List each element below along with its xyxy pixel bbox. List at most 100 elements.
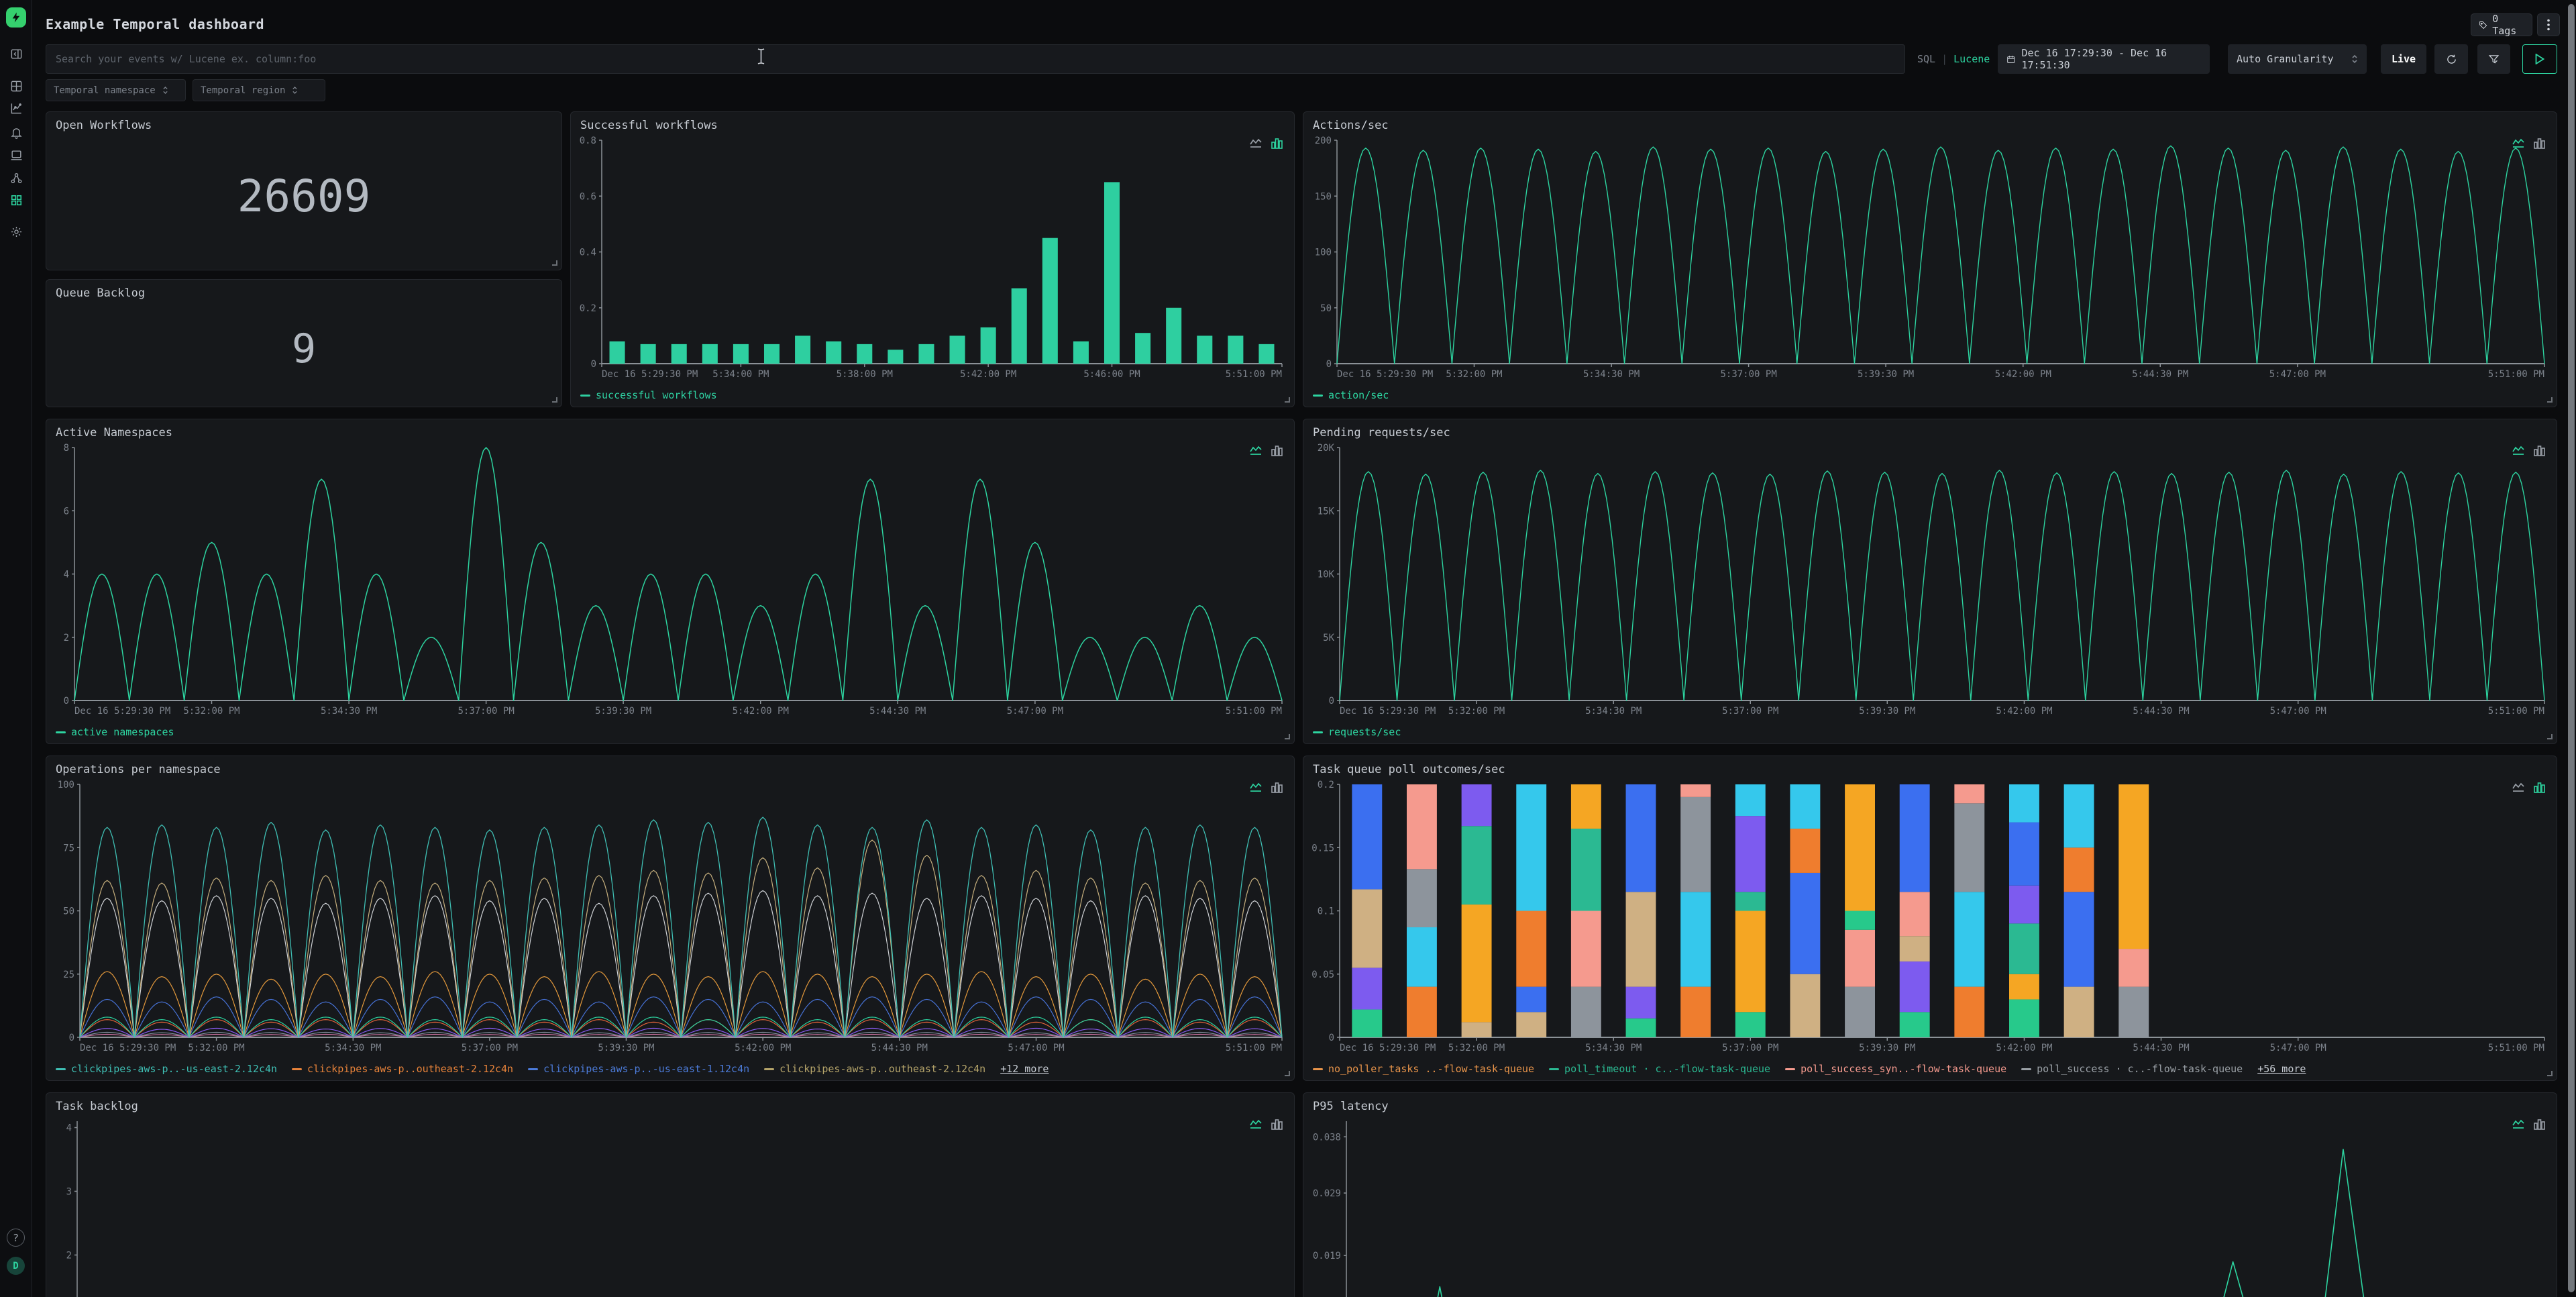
- bar-view-toggle-icon[interactable]: [2534, 138, 2546, 149]
- resize-handle[interactable]: [552, 397, 557, 403]
- tags-button[interactable]: 0 Tags: [2471, 13, 2532, 36]
- line-view-toggle-icon[interactable]: [1250, 445, 1263, 456]
- apps-grid-icon[interactable]: [0, 190, 32, 210]
- svg-text:0.029: 0.029: [1313, 1188, 1341, 1199]
- pending-requests-chart[interactable]: 05K10K15K20KDec 16 5:29:30 PM5:32:00 PM5…: [1309, 442, 2551, 717]
- lang-lucene[interactable]: Lucene: [1953, 53, 1990, 65]
- legend-item[interactable]: clickpipes-aws-p..-us-east-1.12c4n: [528, 1063, 749, 1075]
- resize-handle[interactable]: [2547, 734, 2553, 739]
- app-logo[interactable]: [6, 7, 26, 28]
- legend-item[interactable]: clickpipes-aws-p..outheast-2.12c4n: [764, 1063, 985, 1075]
- lang-sql[interactable]: SQL: [1917, 53, 1935, 65]
- svg-text:3: 3: [66, 1186, 72, 1197]
- legend-item[interactable]: clickpipes-aws-p..outheast-2.12c4n: [292, 1063, 513, 1075]
- legend-item[interactable]: action/sec: [1313, 389, 1389, 401]
- legend-item[interactable]: successful workflows: [580, 389, 717, 401]
- filter-temporal-region[interactable]: Temporal region: [193, 79, 325, 101]
- legend-item[interactable]: clickpipes-aws-p..-us-east-2.12c4n: [56, 1063, 277, 1075]
- refresh-button[interactable]: [2434, 44, 2468, 74]
- svg-text:50: 50: [63, 906, 74, 917]
- resize-handle[interactable]: [2547, 1071, 2553, 1076]
- svg-text:75: 75: [63, 843, 74, 853]
- panel-title: Pending requests/sec: [1313, 426, 1450, 439]
- legend-more-link[interactable]: +56 more: [2257, 1063, 2306, 1075]
- filter-button[interactable]: [2477, 44, 2510, 74]
- svg-text:Dec 16 5:29:30 PM: Dec 16 5:29:30 PM: [74, 706, 170, 717]
- svg-text:0.8: 0.8: [580, 136, 596, 146]
- bar-view-toggle-icon[interactable]: [1271, 138, 1283, 149]
- live-label: Live: [2392, 53, 2416, 65]
- svg-text:5:47:00 PM: 5:47:00 PM: [1008, 1043, 1064, 1053]
- svg-text:5:47:00 PM: 5:47:00 PM: [1007, 706, 1063, 717]
- legend-item[interactable]: poll_success · c..-flow-task-queue: [2021, 1063, 2243, 1075]
- active-namespaces-chart[interactable]: 02468Dec 16 5:29:30 PM5:32:00 PM5:34:30 …: [52, 442, 1289, 717]
- resize-handle[interactable]: [2547, 397, 2553, 403]
- user-avatar[interactable]: D: [7, 1257, 25, 1275]
- queue-backlog-value: 9: [46, 303, 561, 395]
- successful-workflows-chart[interactable]: 00.20.40.60.8Dec 16 5:29:30 PM5:34:00 PM…: [576, 135, 1289, 380]
- chart-legend: no_poller_tasks ..-flow-task-queue poll_t…: [1313, 1063, 2306, 1075]
- bar-view-toggle-icon[interactable]: [2534, 1119, 2546, 1130]
- bar-view-toggle-icon[interactable]: [2534, 445, 2546, 456]
- p95-latency-chart[interactable]: 0.0380.0290.019: [1309, 1116, 2551, 1297]
- line-view-toggle-icon[interactable]: [2512, 782, 2526, 793]
- page-title: Example Temporal dashboard: [46, 16, 264, 32]
- panel-task-queue-poll: Task queue poll outcomes/sec 00.050.10.1…: [1303, 756, 2557, 1081]
- legend-item[interactable]: no_poller_tasks ..-flow-task-queue: [1313, 1063, 1534, 1075]
- svg-text:5:34:30 PM: 5:34:30 PM: [325, 1043, 381, 1053]
- open-workflows-value: 26609: [46, 135, 561, 258]
- line-view-toggle-icon[interactable]: [2512, 138, 2526, 149]
- panel-successful-workflows: Successful workflows 00.20.40.60.8Dec 16…: [570, 111, 1295, 407]
- legend-more-link[interactable]: +12 more: [1000, 1063, 1049, 1075]
- legend-item[interactable]: poll_timeout · c..-flow-task-queue: [1549, 1063, 1770, 1075]
- dashboards-icon[interactable]: [0, 76, 32, 96]
- search-input[interactable]: [56, 53, 1895, 65]
- run-query-button[interactable]: [2522, 44, 2557, 74]
- panel-title: Queue Backlog: [56, 287, 145, 300]
- alerts-bell-icon[interactable]: [0, 122, 32, 142]
- line-view-toggle-icon[interactable]: [1250, 138, 1263, 149]
- line-view-toggle-icon[interactable]: [1250, 1119, 1263, 1130]
- filter-temporal-namespace[interactable]: Temporal namespace: [46, 79, 186, 101]
- svg-text:5:34:30 PM: 5:34:30 PM: [1585, 706, 1642, 717]
- resize-handle[interactable]: [552, 260, 557, 266]
- resize-handle[interactable]: [1285, 734, 1290, 739]
- sidebar-collapse-icon[interactable]: [0, 44, 32, 64]
- time-range-picker[interactable]: Dec 16 17:29:30 - Dec 16 17:51:30: [1998, 44, 2210, 74]
- metrics-icon[interactable]: [0, 98, 32, 118]
- legend-item[interactable]: active namespaces: [56, 726, 174, 738]
- bar-view-toggle-icon[interactable]: [1271, 782, 1283, 793]
- legend-item[interactable]: poll_success_syn..-flow-task-queue: [1785, 1063, 2006, 1075]
- panel-title: Open Workflows: [56, 119, 152, 132]
- resize-handle[interactable]: [1285, 1071, 1290, 1076]
- terminal-icon[interactable]: [0, 145, 32, 165]
- topology-icon[interactable]: [0, 168, 32, 188]
- operations-namespace-chart[interactable]: 0255075100Dec 16 5:29:30 PM5:32:00 PM5:3…: [52, 779, 1289, 1053]
- svg-text:5:47:00 PM: 5:47:00 PM: [2270, 706, 2326, 717]
- query-language-toggle[interactable]: SQL | Lucene: [1917, 44, 1990, 74]
- svg-text:Dec 16 5:29:30 PM: Dec 16 5:29:30 PM: [1340, 1043, 1436, 1053]
- svg-text:50: 50: [1320, 303, 1332, 314]
- bar-view-toggle-icon[interactable]: [1271, 1119, 1283, 1130]
- line-view-toggle-icon[interactable]: [2512, 445, 2526, 456]
- actions-sec-chart[interactable]: 050100150200Dec 16 5:29:30 PM5:32:00 PM5…: [1309, 135, 2551, 380]
- svg-text:5:51:00 PM: 5:51:00 PM: [1226, 706, 1282, 717]
- filter-region-label: Temporal region: [201, 85, 285, 96]
- task-queue-poll-chart[interactable]: 00.050.10.150.2Dec 16 5:29:30 PM5:32:00 …: [1309, 779, 2551, 1053]
- page-scrollbar-thumb[interactable]: [2568, 4, 2575, 1292]
- line-view-toggle-icon[interactable]: [1250, 782, 1263, 793]
- resize-handle[interactable]: [1285, 397, 1290, 403]
- svg-text:5:37:00 PM: 5:37:00 PM: [1722, 1043, 1778, 1053]
- legend-item[interactable]: requests/sec: [1313, 726, 1401, 738]
- search-bar[interactable]: [46, 44, 1905, 74]
- bar-view-toggle-icon[interactable]: [1271, 445, 1283, 456]
- granularity-select[interactable]: Auto Granularity: [2228, 44, 2367, 74]
- chart-legend: requests/sec: [1313, 726, 1401, 738]
- line-view-toggle-icon[interactable]: [2512, 1119, 2526, 1130]
- help-button[interactable]: ?: [7, 1229, 25, 1247]
- more-menu-button[interactable]: [2537, 13, 2560, 36]
- bar-view-toggle-icon[interactable]: [2534, 782, 2546, 793]
- settings-gear-icon[interactable]: [0, 221, 32, 242]
- live-button[interactable]: Live: [2381, 44, 2426, 74]
- task-backlog-chart[interactable]: 432: [52, 1116, 1289, 1297]
